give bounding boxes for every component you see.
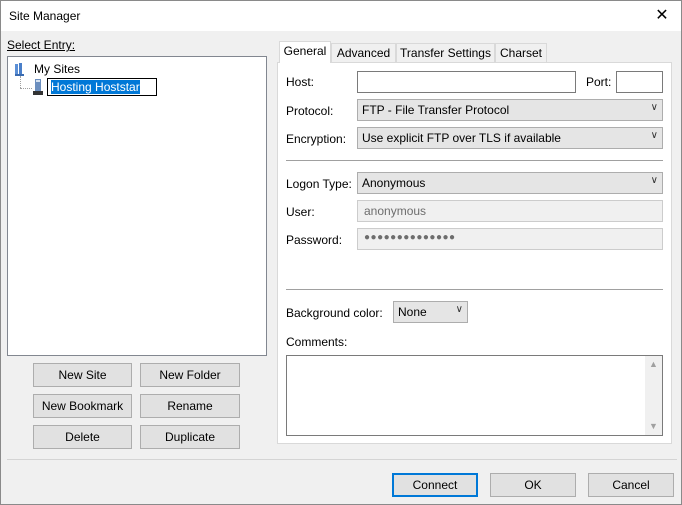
separator — [286, 289, 663, 290]
cancel-label: Cancel — [612, 478, 650, 492]
protocol-value: FTP - File Transfer Protocol — [362, 103, 510, 117]
tab-general-label: General — [283, 44, 327, 58]
select-entry-label-text: Select Entry: — [7, 38, 76, 52]
delete-button[interactable]: Delete — [33, 425, 132, 449]
new-folder-button[interactable]: New Folder — [140, 363, 240, 387]
tree-item-label: Hosting Hoststar — [51, 80, 140, 94]
footer-separator — [7, 459, 677, 460]
protocol-label: Protocol: — [286, 104, 334, 118]
tab-advanced[interactable]: Advanced — [331, 43, 396, 63]
host-input[interactable] — [357, 71, 576, 93]
ok-button[interactable]: OK — [490, 473, 576, 497]
protocol-select[interactable]: FTP - File Transfer Protocol ∨ — [357, 99, 663, 121]
window-title: Site Manager — [9, 9, 81, 23]
background-color-select[interactable]: None ∨ — [393, 301, 468, 323]
ok-label: OK — [524, 478, 542, 492]
new-folder-label: New Folder — [159, 368, 221, 382]
user-input[interactable]: anonymous — [357, 200, 663, 222]
user-label: User: — [286, 205, 315, 219]
background-color-label: Background color: — [286, 306, 383, 320]
background-color-value: None — [398, 305, 427, 319]
duplicate-label: Duplicate — [164, 430, 216, 444]
tab-charset[interactable]: Charset — [495, 43, 547, 63]
user-value: anonymous — [364, 204, 427, 218]
tab-advanced-label: Advanced — [336, 46, 391, 60]
tree-item-rename-input[interactable]: Hosting Hoststar — [47, 78, 157, 96]
new-site-button[interactable]: New Site — [33, 363, 132, 387]
close-icon[interactable]: ✕ — [647, 3, 677, 29]
encryption-value: Use explicit FTP over TLS if available — [362, 131, 561, 145]
tab-general[interactable]: General — [279, 41, 331, 63]
scroll-up-icon[interactable]: ▲ — [645, 356, 662, 373]
delete-label: Delete — [65, 430, 100, 444]
new-bookmark-button[interactable]: New Bookmark — [33, 394, 132, 418]
host-label: Host: — [286, 75, 315, 89]
tab-transfer-settings-label: Transfer Settings — [400, 46, 491, 60]
tree-connector-h — [20, 88, 32, 89]
encryption-label: Encryption: — [286, 132, 347, 146]
logon-type-label: Logon Type: — [286, 177, 352, 191]
duplicate-button[interactable]: Duplicate — [140, 425, 240, 449]
comments-scrollbar[interactable]: ▲ ▼ — [645, 356, 662, 435]
chevron-down-icon: ∨ — [650, 175, 658, 186]
site-tree[interactable]: My Sites Hosting Hoststar — [7, 56, 267, 356]
rename-button[interactable]: Rename — [140, 394, 240, 418]
connect-button[interactable]: Connect — [392, 473, 478, 497]
password-label: Password: — [286, 233, 343, 247]
tab-transfer-settings[interactable]: Transfer Settings — [396, 43, 495, 63]
password-input[interactable]: ●●●●●●●●●●●●●● — [357, 228, 663, 250]
chevron-down-icon: ∨ — [650, 102, 658, 113]
connect-label: Connect — [412, 478, 458, 492]
separator — [286, 160, 663, 161]
logon-type-value: Anonymous — [362, 176, 426, 190]
logon-type-select[interactable]: Anonymous ∨ — [357, 172, 663, 194]
password-value: ●●●●●●●●●●●●●● — [364, 232, 456, 243]
chevron-down-icon: ∨ — [650, 130, 658, 141]
comments-textarea[interactable]: ▲ ▼ — [286, 355, 663, 436]
select-entry-label: Select Entry: — [7, 38, 75, 52]
rename-label: Rename — [167, 399, 213, 413]
new-site-label: New Site — [58, 368, 107, 382]
tree-connector — [20, 76, 21, 88]
encryption-select[interactable]: Use explicit FTP over TLS if available ∨ — [357, 127, 663, 149]
scroll-down-icon[interactable]: ▼ — [645, 418, 662, 435]
site-manager-window: Site Manager ✕ Select Entry: My Sites Ho… — [0, 0, 682, 505]
cancel-button[interactable]: Cancel — [588, 473, 674, 497]
tab-charset-label: Charset — [499, 46, 543, 60]
chevron-down-icon: ∨ — [455, 304, 463, 315]
folder-icon — [15, 63, 27, 76]
server-icon — [33, 79, 43, 95]
tree-root-label[interactable]: My Sites — [34, 62, 80, 76]
comments-label: Comments: — [286, 335, 348, 349]
port-label: Port: — [586, 75, 612, 89]
port-input[interactable] — [616, 71, 663, 93]
title-bar: Site Manager ✕ — [1, 1, 681, 31]
new-bookmark-label: New Bookmark — [41, 399, 124, 413]
